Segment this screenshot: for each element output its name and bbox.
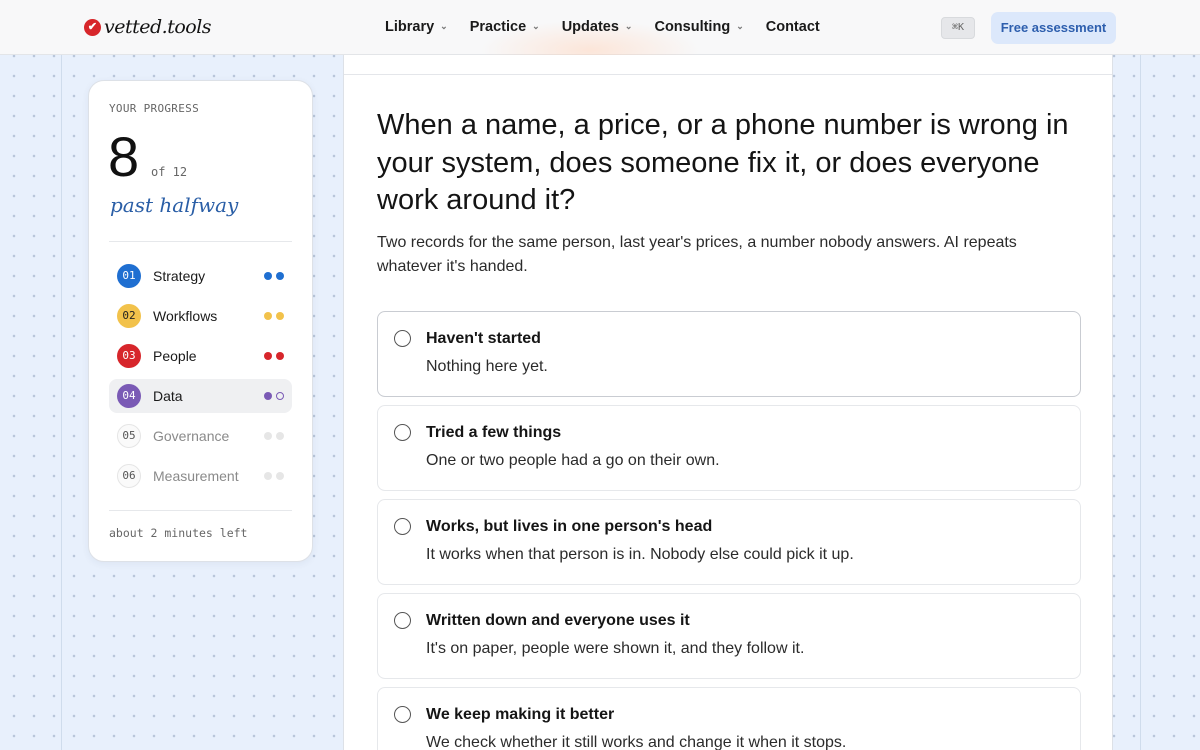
answer-option[interactable]: Haven't started Nothing here yet. [377,311,1081,397]
progress-label: YOUR PROGRESS [109,102,199,115]
chevron-down-icon: ⌄ [440,20,448,31]
section-name: Governance [153,428,230,444]
nav-item-consulting[interactable]: Consulting ⌄ [654,19,743,35]
question-title: When a name, a price, or a phone number … [377,109,1069,216]
command-palette-shortcut[interactable]: ⌘K [941,17,975,39]
nav-label: Practice [469,19,527,35]
site-logo[interactable]: ✔ vetted.tools [84,16,212,38]
divider [109,510,292,511]
section-list: 01 Strategy 02 Workflows 03 People 04 Data 05 Gov… [109,259,292,499]
section-name: Strategy [153,268,206,284]
option-description: One or two people had a go on their own. [426,452,720,469]
radio-button[interactable] [394,330,411,347]
progress-dot [276,472,284,480]
nav-label: Contact [765,19,820,35]
progress-dot [264,392,272,400]
radio-button[interactable] [394,706,411,723]
progress-dot [276,392,284,400]
divider [109,241,292,242]
rail-line-right [1140,55,1141,750]
progress-status: past halfway [110,193,239,217]
top-navbar: ✔ vetted.tools Library ⌄ Practice ⌄ Upda… [0,0,1200,80]
section-name: Workflows [153,308,218,324]
nav-label: Library [385,19,435,35]
nav-item-updates[interactable]: Updates ⌄ [562,19,633,35]
nav-label: Consulting [654,19,731,35]
progress-card: YOUR PROGRESS 8 of 12 past halfway 01 Str… [88,80,313,562]
progress-dot [276,312,284,320]
section-progress-dots [264,352,284,360]
section-progress-dots [264,272,284,280]
radio-button[interactable] [394,424,411,441]
radio-button[interactable] [394,518,411,535]
section-name: Data [153,388,183,404]
option-description: It works when that person is in. Nobody … [426,546,854,563]
progress-current: 8 [108,125,140,188]
chevron-down-icon: ⌄ [532,20,540,31]
question-panel: When a name, a price, or a phone number … [343,55,1113,750]
answer-options: Haven't started Nothing here yet. Tried a … [377,311,1081,750]
section-item-workflows[interactable]: 02 Workflows [109,299,292,333]
panel-divider [344,74,1112,75]
nav-item-library[interactable]: Library ⌄ [385,19,448,35]
answer-option[interactable]: Tried a few things One or two people had … [377,405,1081,491]
progress-dot [264,272,272,280]
free-assessment-button[interactable]: Free assessment [991,12,1116,44]
logo-text: vetted.tools [104,16,212,38]
progress-dot [264,312,272,320]
answer-option[interactable]: Written down and everyone uses it It's on… [377,593,1081,679]
section-item-people[interactable]: 03 People [109,339,292,373]
section-number: 03 [117,344,141,368]
option-title: Tried a few things [426,424,562,441]
section-number: 04 [117,384,141,408]
option-title: Written down and everyone uses it [426,612,690,629]
section-item-strategy[interactable]: 01 Strategy [109,259,292,293]
answer-option[interactable]: We keep making it better We check whether… [377,687,1081,750]
section-progress-dots [264,312,284,320]
progress-dot [264,432,272,440]
option-title: Works, but lives in one person's head [426,518,713,535]
section-name: People [153,348,197,364]
progress-dot [264,352,272,360]
section-name: Measurement [153,468,239,484]
nav-label: Updates [561,19,619,35]
section-number: 01 [117,264,141,288]
radio-button[interactable] [394,612,411,629]
check-badge-icon: ✔ [84,18,101,36]
option-title: We keep making it better [426,706,615,723]
progress-dot [276,352,284,360]
question-subtitle: Two records for the same person, last ye… [377,234,1017,275]
section-item-measurement[interactable]: 06 Measurement [109,459,292,493]
section-item-data[interactable]: 04 Data [109,379,292,413]
section-number: 05 [117,424,141,448]
main-nav: Library ⌄ Practice ⌄ Updates ⌄ Consultin… [385,19,842,35]
option-description: It's on paper, people were shown it, and… [426,640,805,657]
time-remaining: about 2 minutes left [109,526,248,540]
section-item-governance[interactable]: 05 Governance [109,419,292,453]
progress-dot [276,432,284,440]
progress-dot [276,272,284,280]
section-number: 06 [117,464,141,488]
progress-dot [264,472,272,480]
section-progress-dots [264,432,284,440]
chevron-down-icon: ⌄ [624,20,633,31]
section-number: 02 [117,304,141,328]
option-description: Nothing here yet. [426,358,548,375]
nav-item-practice[interactable]: Practice ⌄ [470,19,540,35]
rail-line-left [61,55,62,750]
option-description: We check whether it still works and chan… [426,734,847,750]
progress-total: of 12 [151,165,188,179]
chevron-down-icon: ⌄ [736,20,744,31]
answer-option[interactable]: Works, but lives in one person's head It … [377,499,1081,585]
section-progress-dots [264,472,284,480]
section-progress-dots [264,392,284,400]
option-title: Haven't started [426,330,541,347]
nav-item-contact[interactable]: Contact [766,19,820,35]
